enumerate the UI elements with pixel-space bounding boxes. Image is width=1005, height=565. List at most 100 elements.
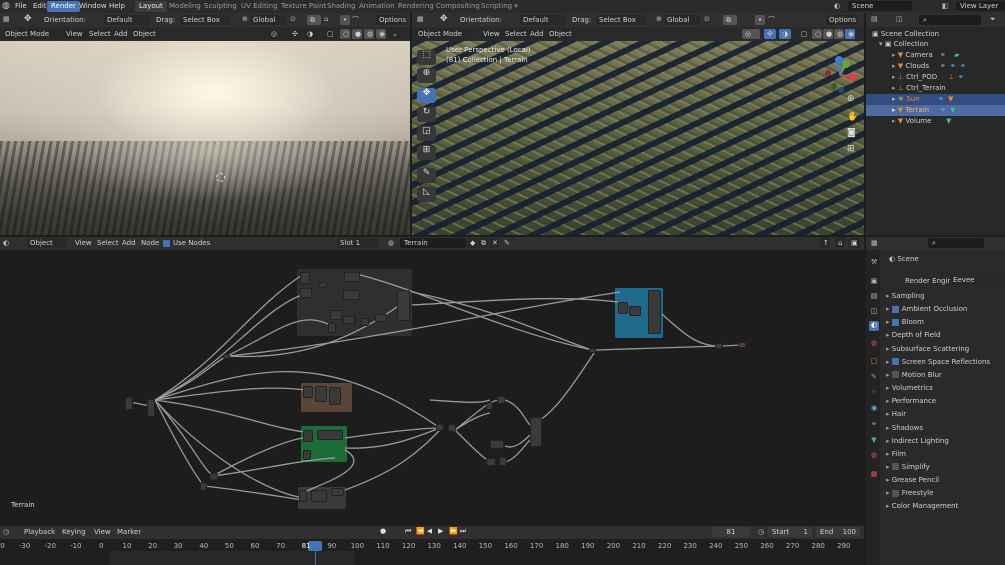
pivot-icon[interactable]: ⊙ (704, 15, 710, 23)
outliner-item-ctrl-terrain[interactable]: ▸ ⊥ Ctrl_Terrain (866, 83, 1005, 94)
outliner-item-clouds[interactable]: ▸ ▼ Clouds ⚭ ⚭ ⚭ (866, 61, 1005, 72)
menu-add[interactable]: Add (527, 29, 547, 39)
constraints-tab-icon[interactable]: ⚭ (869, 420, 879, 430)
group-node[interactable] (397, 290, 410, 321)
pan-hand-icon[interactable]: ✋ (847, 112, 858, 122)
material-shading-icon[interactable]: ◍ (834, 29, 844, 39)
tab-modeling[interactable]: Modeling (165, 1, 205, 12)
prev-keyframe-icon[interactable]: ⏪ (416, 527, 425, 535)
filter-icon[interactable]: ⏷ (990, 15, 996, 24)
rendered-shading-icon[interactable]: ◉ (845, 29, 855, 39)
outliner-item-ctrl-pod[interactable]: ▸ ⊥ Ctrl_POD ⊥ ⚭ (866, 72, 1005, 83)
outliner-item-camera[interactable]: ▸ ▼ Camera ⚭ ▰ (866, 50, 1005, 61)
color-ramp-node[interactable] (343, 290, 360, 300)
editor-type-icon[interactable]: ▤ (871, 15, 878, 23)
math-node[interactable] (330, 310, 342, 320)
editor-type-icon[interactable]: ▦ (417, 15, 424, 23)
noise-texture-node[interactable] (300, 288, 312, 298)
measure-tool-icon[interactable]: ◺ (417, 187, 436, 202)
snap-toggle[interactable]: ⧉ (307, 15, 321, 25)
display-mode-icon[interactable]: ◫ (896, 15, 903, 23)
shading-options-icon[interactable]: ⌄ (389, 29, 399, 39)
mix-node[interactable] (331, 488, 344, 496)
proportional-toggle[interactable]: • (340, 15, 350, 25)
transform-orientation-dropdown[interactable]: Global (664, 15, 700, 25)
menu-help[interactable]: Help (105, 1, 129, 12)
gizmo-icon[interactable]: ✣ (289, 29, 301, 39)
rendered-shading-icon[interactable]: ◉ (376, 29, 386, 39)
properties-section[interactable]: ▸ Screen Space Reflections (880, 356, 1005, 369)
falloff-icon[interactable]: ⌒ (768, 15, 775, 25)
outliner-collection[interactable]: ▾ ▣ Collection (866, 39, 1005, 50)
orientation-dropdown[interactable]: Default (104, 15, 150, 25)
menu-object[interactable]: Object (546, 29, 575, 39)
math-node[interactable] (200, 482, 207, 491)
physics-tab-icon[interactable]: ◉ (869, 404, 879, 414)
use-nodes-checkbox[interactable]: Use Nodes (163, 239, 210, 247)
properties-section[interactable]: ▸ Motion Blur (880, 369, 1005, 382)
mix-node[interactable] (499, 457, 507, 466)
mix-node[interactable] (375, 314, 387, 322)
properties-section[interactable]: ▸ Indirect Lighting (880, 435, 1005, 448)
orientation-dropdown[interactable]: Default (520, 15, 566, 25)
mapping-node[interactable] (147, 399, 155, 417)
unlink-material-icon[interactable]: ✕ (489, 238, 499, 248)
math-node[interactable] (343, 316, 355, 324)
menu-playback[interactable]: Playback (24, 528, 55, 536)
properties-section[interactable]: ▸ Sampling (880, 290, 1005, 303)
fake-user-icon[interactable]: ◆ (467, 238, 477, 248)
proportional-toggle[interactable]: • (755, 15, 765, 25)
menu-add[interactable]: Add (111, 29, 131, 39)
transform-orientation-icon[interactable]: ⊕ (242, 15, 248, 23)
view-layer-tab-icon[interactable]: ◫ (869, 307, 879, 317)
options-dropdown[interactable]: Options (376, 15, 406, 25)
properties-section[interactable]: ▸ Grease Pencil (880, 474, 1005, 487)
properties-section[interactable]: ▸ Color Management (880, 500, 1005, 513)
texture-coordinate-node[interactable] (125, 397, 133, 410)
overlay-icon[interactable]: ◑ (779, 29, 791, 39)
noise-texture-node[interactable] (300, 272, 310, 284)
jump-end-icon[interactable]: ⏭ (460, 527, 466, 536)
next-keyframe-icon[interactable]: ⏩ (449, 527, 458, 535)
editor-type-icon[interactable]: ◐ (3, 239, 9, 247)
properties-section[interactable]: ▸ Hair (880, 408, 1005, 421)
object-tab-icon[interactable]: ▢ (869, 357, 879, 367)
annotate-tool-icon[interactable]: ✎ (417, 168, 436, 183)
checkbox-checked-icon[interactable] (891, 358, 899, 366)
drag-dropdown[interactable]: Select Box (180, 15, 230, 25)
current-frame-field[interactable]: 81 (712, 527, 750, 537)
noise-texture-node[interactable] (303, 386, 313, 398)
snap-icon[interactable]: ⌂ (324, 15, 328, 23)
select-box-tool-icon[interactable]: ⬚ (417, 50, 436, 65)
properties-search-input[interactable]: ⌕ (928, 238, 984, 248)
math-node[interactable] (210, 473, 218, 480)
transform-orientation-dropdown[interactable]: Global (250, 15, 286, 25)
move-tool-icon[interactable]: ✥ (24, 14, 32, 24)
menu-view[interactable]: View (63, 29, 86, 39)
mix-node[interactable] (436, 424, 444, 431)
wireframe-shading-icon[interactable]: ○ (340, 29, 350, 39)
transform-orientation-icon[interactable]: ⊕ (656, 15, 662, 23)
add-workspace-icon[interactable]: + (513, 1, 519, 12)
math-node[interactable] (486, 402, 493, 410)
tool-tab-icon[interactable]: ⚒ (869, 258, 879, 268)
properties-section[interactable]: ▸ Volumetrics (880, 382, 1005, 395)
color-ramp-node[interactable] (618, 302, 628, 314)
world-tab-icon[interactable]: ◍ (869, 339, 879, 349)
record-icon[interactable]: ● (380, 527, 386, 535)
tab-layout[interactable]: Layout (135, 1, 167, 12)
scene-icon[interactable]: ◐ (834, 1, 840, 12)
tab-animation[interactable]: Animation (355, 1, 399, 12)
math-node[interactable] (299, 490, 307, 502)
color-ramp-node[interactable] (315, 386, 327, 402)
wireframe-shading-icon[interactable]: ○ (812, 29, 822, 39)
properties-section[interactable]: ▸ Subsurface Scattering (880, 343, 1005, 356)
left-viewport-render[interactable] (0, 41, 410, 235)
mix-node[interactable] (361, 318, 369, 326)
mix-node[interactable] (486, 458, 496, 466)
output-tab-icon[interactable]: ▤ (869, 292, 879, 302)
math-node[interactable] (319, 282, 327, 288)
tab-uv-editing[interactable]: UV Editing (237, 1, 282, 12)
texture-tab-icon[interactable]: ▦ (869, 470, 879, 480)
ortho-grid-icon[interactable]: ⊞ (847, 144, 855, 154)
